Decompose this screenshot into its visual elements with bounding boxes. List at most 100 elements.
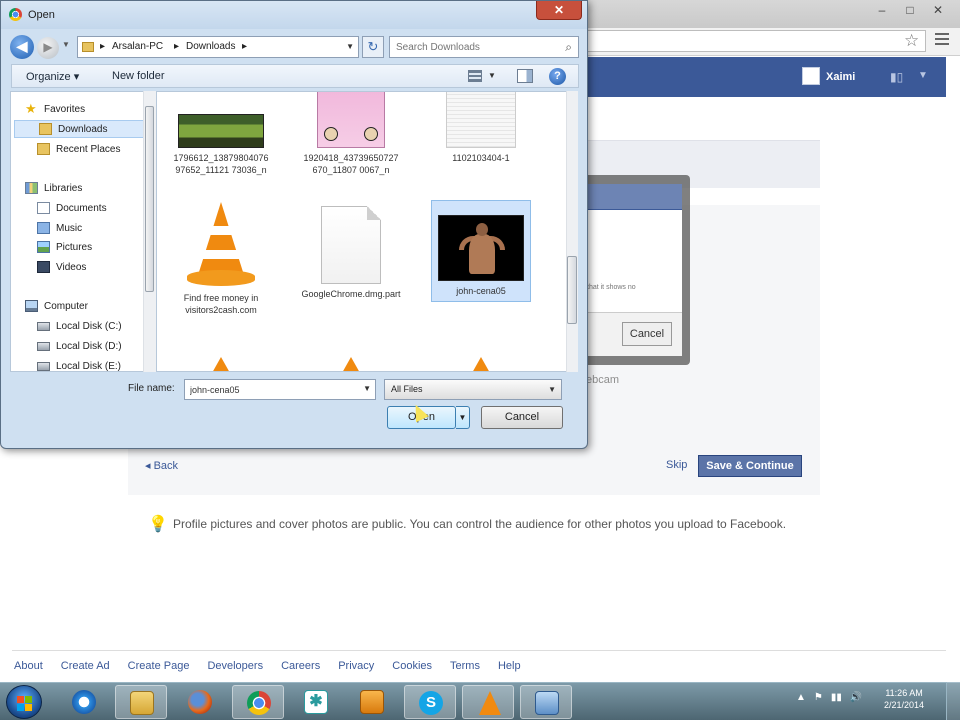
recent-locations-dropdown-icon[interactable]: ▼ (62, 40, 70, 49)
sidebar-item-videos[interactable]: Videos (37, 258, 86, 276)
taskbar-skype[interactable]: S (404, 685, 456, 719)
file-list-scrollbar-thumb[interactable] (567, 256, 577, 324)
footer-link-terms[interactable]: Terms (450, 660, 480, 672)
action-center-flag-icon[interactable]: ⚑ (814, 692, 823, 703)
sidebar-item-documents[interactable]: Documents (37, 199, 107, 217)
dialog-address-bar[interactable]: ▸ Arsalan-PC ▸ Downloads ▸ ▼ (77, 36, 359, 58)
cancel-button[interactable]: Cancel (481, 406, 563, 429)
media-player-icon (360, 690, 384, 714)
forward-arrow-icon[interactable]: ▶ (37, 37, 59, 59)
start-button[interactable] (6, 685, 42, 719)
file-name-input[interactable] (185, 380, 355, 399)
image-thumbnail (438, 215, 524, 281)
taskbar-window[interactable] (520, 685, 572, 719)
breadcrumb-arrow-icon[interactable]: ▸ (242, 41, 247, 52)
view-options-dropdown-icon[interactable]: ▼ (488, 71, 496, 80)
file-item[interactable]: Find free money in visitors2cash.com (171, 202, 271, 316)
friend-requests-icon[interactable]: ▮▯ (890, 70, 903, 84)
file-item[interactable]: 1796612_13879804076 97652_11121 73036_n (171, 114, 271, 176)
file-item[interactable]: 1102103404-1 (431, 92, 531, 164)
avatar[interactable] (802, 67, 820, 85)
file-item-selected[interactable]: john-cena05 (431, 200, 531, 302)
back-arrow-icon[interactable]: ◀ (10, 35, 34, 59)
taskbar-explorer[interactable] (115, 685, 167, 719)
save-continue-button[interactable]: Save & Continue (698, 455, 802, 477)
show-desktop-button[interactable] (946, 682, 960, 720)
sidebar-item-libraries[interactable]: Libraries (25, 179, 82, 197)
preview-pane-icon[interactable] (517, 69, 533, 83)
folder-icon (130, 691, 154, 715)
search-input[interactable] (390, 37, 550, 57)
taskbar-vlc[interactable] (462, 685, 514, 719)
search-box[interactable]: ⌕ (389, 36, 579, 58)
footer-link-developers[interactable]: Developers (207, 660, 263, 672)
system-clock[interactable]: 11:26 AM 2/21/2014 (884, 687, 924, 711)
breadcrumb-arrow-icon[interactable]: ▸ (174, 41, 179, 52)
sidebar-item-local-disk-e[interactable]: Local Disk (E:) (37, 357, 121, 371)
sidebar-item-music[interactable]: Music (37, 219, 82, 237)
user-name-link[interactable]: Xaimi (826, 71, 855, 83)
sidebar-item-pictures[interactable]: Pictures (37, 238, 92, 256)
bookmark-star-icon[interactable]: ☆ (904, 31, 919, 51)
vlc-icon[interactable] (342, 357, 360, 371)
clock-date: 2/21/2014 (884, 700, 925, 710)
new-folder-button[interactable]: New folder (112, 70, 165, 82)
vlc-icon[interactable] (212, 357, 230, 371)
breadcrumb-downloads[interactable]: Downloads (186, 41, 235, 52)
footer-link-careers[interactable]: Careers (281, 660, 320, 672)
chevron-down-icon[interactable]: ▼ (548, 385, 556, 394)
chevron-down-icon[interactable]: ▼ (363, 384, 371, 393)
taskbar-internet-explorer[interactable] (58, 685, 110, 719)
help-icon[interactable]: ? (549, 68, 566, 85)
sidebar-item-downloads[interactable]: Downloads (14, 120, 154, 138)
network-icon[interactable]: ▮▮ (831, 692, 842, 703)
back-link[interactable]: ◂ Back (145, 459, 178, 472)
vlc-icon[interactable] (472, 357, 490, 371)
change-view-icon[interactable] (468, 70, 482, 82)
navigation-scrollbar-thumb[interactable] (145, 106, 154, 292)
taskbar-firefox[interactable] (174, 685, 226, 719)
file-item[interactable]: GoogleChrome.dmg.part (301, 206, 401, 300)
taskbar-media-player[interactable] (346, 685, 398, 719)
address-bar[interactable] (586, 30, 926, 52)
sidebar-item-local-disk-d[interactable]: Local Disk (D:) (37, 337, 122, 355)
open-options-dropdown-icon[interactable]: ▼ (456, 406, 470, 429)
refresh-icon[interactable]: ↻ (362, 36, 384, 58)
dialog-close-button[interactable]: ✕ (536, 1, 582, 20)
organize-button[interactable]: Organize ▾ (26, 70, 79, 83)
file-name-combobox[interactable]: ▼ (184, 379, 376, 400)
footer-link-create-page[interactable]: Create Page (128, 660, 190, 672)
show-hidden-icons-icon[interactable]: ▲ (796, 692, 806, 703)
footer-link-create-ad[interactable]: Create Ad (61, 660, 110, 672)
minimize-button[interactable]: – (868, 0, 896, 20)
account-menu-icon[interactable]: ▼ (918, 70, 928, 81)
file-list-scrollbar[interactable] (566, 91, 578, 372)
star-icon: ★ (25, 101, 37, 116)
hamburger-menu-icon[interactable] (935, 33, 949, 48)
sidebar-item-label: Videos (56, 261, 87, 273)
sidebar-item-recent-places[interactable]: Recent Places (37, 140, 120, 158)
folder-icon (39, 123, 52, 135)
take-webcam-photo-link[interactable]: ebcam (586, 374, 619, 386)
taskbar-app[interactable]: ✱ (290, 685, 342, 719)
sidebar-item-favorites[interactable]: ★ Favorites (25, 100, 85, 118)
footer-link-about[interactable]: About (14, 660, 43, 672)
footer-link-help[interactable]: Help (498, 660, 521, 672)
search-icon[interactable]: ⌕ (565, 40, 572, 55)
sidebar-item-computer[interactable]: Computer (25, 297, 88, 315)
footer-divider (12, 650, 946, 651)
taskbar-chrome[interactable] (232, 685, 284, 719)
footer-link-privacy[interactable]: Privacy (338, 660, 374, 672)
volume-icon[interactable]: 🔊 (850, 692, 862, 703)
address-dropdown-icon[interactable]: ▼ (346, 42, 354, 51)
maximize-button[interactable]: □ (896, 0, 924, 20)
breadcrumb-computer[interactable]: Arsalan-PC (112, 41, 163, 52)
sidebar-item-local-disk-c[interactable]: Local Disk (C:) (37, 317, 122, 335)
footer-link-cookies[interactable]: Cookies (392, 660, 432, 672)
breadcrumb-arrow-icon[interactable]: ▸ (100, 41, 105, 52)
upload-cancel-button[interactable]: Cancel (622, 322, 672, 346)
skip-link[interactable]: Skip (666, 459, 687, 471)
close-button[interactable]: ✕ (924, 0, 952, 20)
file-type-select[interactable]: All Files ▼ (384, 379, 562, 400)
file-item[interactable]: 1920418_43739650727670_11807 0067_n (301, 92, 401, 176)
